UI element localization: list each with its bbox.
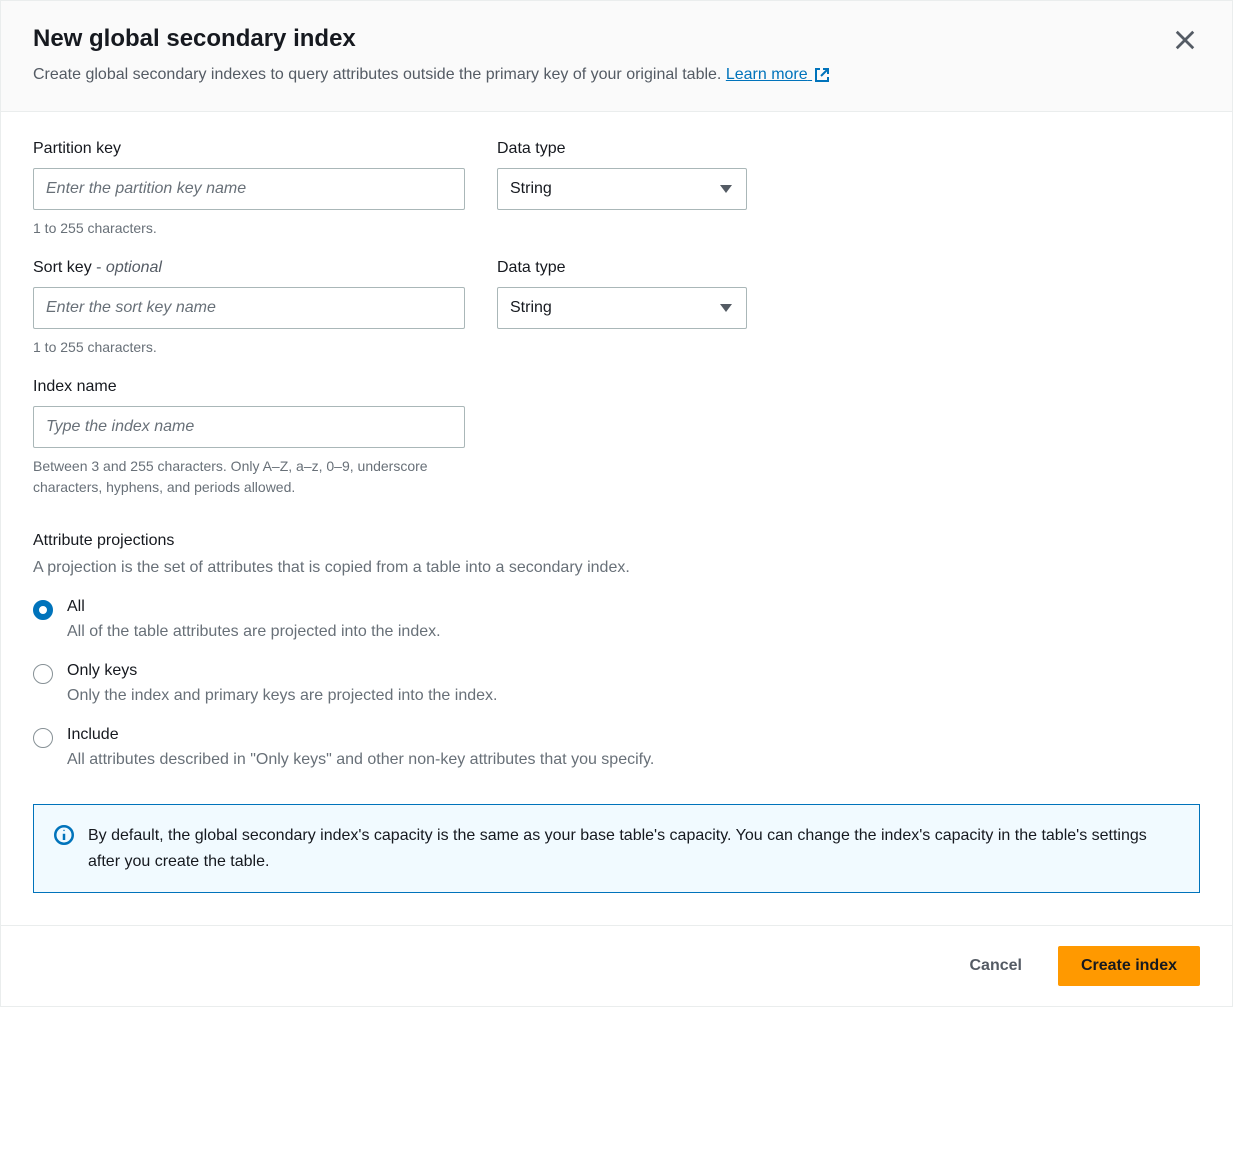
cancel-button[interactable]: Cancel — [947, 946, 1043, 986]
sort-key-label: Sort key optional — [33, 259, 465, 277]
radio-input-include[interactable] — [33, 728, 53, 748]
projections-radio-group: All All of the table attributes are proj… — [33, 598, 1200, 772]
learn-more-text: Learn more — [726, 66, 808, 83]
radio-label-include: Include — [67, 726, 654, 744]
modal-title: New global secondary index — [33, 25, 1200, 53]
radio-desc-all: All of the table attributes are projecte… — [67, 620, 441, 644]
chevron-down-icon — [720, 304, 732, 312]
close-icon — [1174, 29, 1196, 51]
chevron-down-icon — [720, 185, 732, 193]
sort-type-select[interactable]: String — [497, 287, 747, 329]
info-box: By default, the global secondary index's… — [33, 804, 1200, 893]
projection-option-all[interactable]: All All of the table attributes are proj… — [33, 598, 1200, 644]
modal-header: New global secondary index Create global… — [1, 1, 1232, 112]
projections-title: Attribute projections — [33, 532, 1200, 550]
projections-desc: A projection is the set of attributes th… — [33, 556, 1200, 580]
close-button[interactable] — [1170, 25, 1200, 58]
sort-key-label-text: Sort key — [33, 259, 92, 276]
index-name-hint: Between 3 and 255 characters. Only A–Z, … — [33, 456, 465, 498]
index-name-group: Index name Between 3 and 255 characters.… — [33, 378, 1200, 498]
radio-input-all[interactable] — [33, 600, 53, 620]
index-name-input[interactable] — [33, 406, 465, 448]
create-index-button[interactable]: Create index — [1058, 946, 1200, 986]
info-icon — [54, 825, 74, 845]
radio-desc-include: All attributes described in "Only keys" … — [67, 748, 654, 772]
radio-desc-only-keys: Only the index and primary keys are proj… — [67, 684, 497, 708]
modal-subtitle: Create global secondary indexes to query… — [33, 63, 1200, 87]
modal-dialog: New global secondary index Create global… — [0, 0, 1233, 1007]
sort-key-input[interactable] — [33, 287, 465, 329]
sort-key-hint: 1 to 255 characters. — [33, 337, 465, 358]
sort-type-value: String — [510, 299, 552, 317]
index-name-label: Index name — [33, 378, 1200, 396]
partition-key-row: Partition key 1 to 255 characters. Data … — [33, 140, 1200, 239]
partition-type-label: Data type — [497, 140, 747, 158]
partition-key-input[interactable] — [33, 168, 465, 210]
partition-key-hint: 1 to 255 characters. — [33, 218, 465, 239]
partition-type-select[interactable]: String — [497, 168, 747, 210]
projection-option-only-keys[interactable]: Only keys Only the index and primary key… — [33, 662, 1200, 708]
sort-type-group: Data type String — [497, 259, 747, 358]
radio-label-only-keys: Only keys — [67, 662, 497, 680]
radio-label-all: All — [67, 598, 441, 616]
partition-type-group: Data type String — [497, 140, 747, 239]
external-link-icon — [814, 67, 830, 83]
sort-key-group: Sort key optional 1 to 255 characters. — [33, 259, 465, 358]
partition-type-value: String — [510, 180, 552, 198]
partition-key-group: Partition key 1 to 255 characters. — [33, 140, 465, 239]
learn-more-link[interactable]: Learn more — [726, 66, 830, 83]
projections-section: Attribute projections A projection is th… — [33, 532, 1200, 772]
sort-key-row: Sort key optional 1 to 255 characters. D… — [33, 259, 1200, 358]
partition-key-label: Partition key — [33, 140, 465, 158]
projection-option-include[interactable]: Include All attributes described in "Onl… — [33, 726, 1200, 772]
modal-footer: Cancel Create index — [1, 925, 1232, 1006]
radio-input-only-keys[interactable] — [33, 664, 53, 684]
sort-type-label: Data type — [497, 259, 747, 277]
info-text: By default, the global secondary index's… — [88, 823, 1179, 874]
sort-key-optional: optional — [96, 259, 162, 276]
modal-body: Partition key 1 to 255 characters. Data … — [1, 112, 1232, 925]
subtitle-text: Create global secondary indexes to query… — [33, 66, 721, 83]
